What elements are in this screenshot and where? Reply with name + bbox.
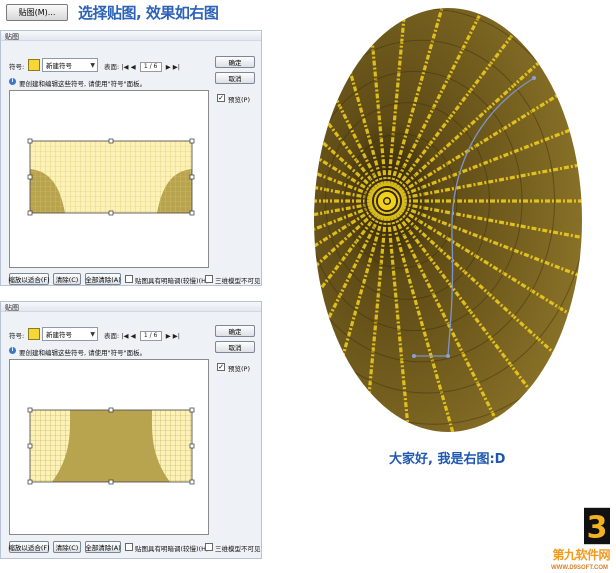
preview-label: 预览(P) [228,96,250,104]
surface-nav: 表面: |◀ ◀ 1 / 6 ▶ ▶| [104,330,180,341]
symbol-select-value: 新建符号 [46,62,72,70]
chevron-down-icon: ▼ [90,331,95,338]
cancel-button[interactable]: 取消 [215,72,255,84]
cancel-button[interactable]: 取消 [215,341,255,353]
dialog-title-bar [1,302,261,312]
symbol-select[interactable]: 新建符号 ▼ [42,327,98,341]
first-page-icon[interactable]: |◀ [121,63,128,71]
instruction-caption: 选择贴图, 效果如右图 [78,4,219,22]
info-text: 要创建和编辑这些符号, 请使用"符号"面板。 [19,80,147,88]
last-page-icon[interactable]: ▶| [173,332,180,340]
clear-button[interactable]: 清除(C) [53,541,81,553]
shade-artwork-checkbox[interactable] [125,543,133,551]
surface-label: 表面: [104,63,120,71]
site-watermark-url: WWW.D9SOFT.COM [551,565,608,571]
shade-artwork-label: 贴图具有明暗调(较慢)(H) [135,545,209,553]
shade-artwork-checkbox[interactable] [125,275,133,283]
invisible-geometry-label: 三维模型不可见 [215,277,261,285]
symbol-select-value: 新建符号 [46,331,72,339]
symbol-select[interactable]: 新建符号 ▼ [42,58,98,72]
map-preview[interactable] [9,359,209,535]
preview-label: 预览(P) [228,365,250,373]
chevron-down-icon: ▼ [90,62,95,69]
fit-button[interactable]: 缩放以适合(F) [8,541,50,553]
symbol-label: 符号: [9,332,25,340]
fit-button[interactable]: 缩放以适合(F) [8,273,50,285]
map-art-dialog-1: 贴图 符号: 新建符号 ▼ 表面: |◀ ◀ 1 / 6 ▶ ▶| 确定 取消 … [0,30,262,286]
ok-button[interactable]: 确定 [215,325,255,337]
first-page-icon[interactable]: |◀ [121,332,128,340]
svg-text:3: 3 [587,511,608,545]
dialog-title-bar [1,31,261,41]
ok-button[interactable]: 确定 [215,56,255,68]
symbol-swatch [28,59,40,71]
prev-page-icon[interactable]: ◀ [131,332,136,340]
map-art-button[interactable]: 贴图(M)... [6,4,68,21]
surface-label: 表面: [104,332,120,340]
preview-checkbox[interactable]: ✓ [217,94,225,102]
info-icon: i [9,347,16,354]
result-caption: 大家好, 我是右图:D [389,452,506,467]
preview-canvas [27,138,195,216]
result-render [312,6,584,436]
preview-canvas [27,407,195,485]
clear-all-button[interactable]: 全部清除(A) [85,541,121,553]
last-page-icon[interactable]: ▶| [173,63,180,71]
prev-page-icon[interactable]: ◀ [131,63,136,71]
info-text: 要创建和编辑这些符号, 请使用"符号"面板。 [19,349,147,357]
invisible-geometry-label: 三维模型不可见 [215,545,261,553]
preview-checkbox[interactable]: ✓ [217,363,225,371]
next-page-icon[interactable]: ▶ [166,63,171,71]
shade-artwork-label: 贴图具有明暗调(较慢)(H) [135,277,209,285]
binary-tunnel-image [314,8,582,432]
symbol-label: 符号: [9,63,25,71]
invisible-geometry-checkbox[interactable] [205,275,213,283]
next-page-icon[interactable]: ▶ [166,332,171,340]
map-preview[interactable] [9,90,209,268]
page-field[interactable]: 1 / 6 [139,331,162,341]
dialog-title: 贴图 [5,33,19,41]
clear-button[interactable]: 清除(C) [53,273,81,285]
clear-all-button[interactable]: 全部清除(A) [85,273,121,285]
site-watermark-text: 第九软件网 [552,548,610,562]
map-art-dialog-2: 贴图 符号: 新建符号 ▼ 表面: |◀ ◀ 1 / 6 ▶ ▶| 确定 取消 … [0,301,262,559]
site-logo-icon: 3 [584,507,610,545]
surface-nav: 表面: |◀ ◀ 1 / 6 ▶ ▶| [104,61,180,72]
dialog-title: 贴图 [5,304,19,312]
info-icon: i [9,78,16,85]
invisible-geometry-checkbox[interactable] [205,543,213,551]
page-field[interactable]: 1 / 6 [139,62,162,72]
symbol-swatch [28,328,40,340]
